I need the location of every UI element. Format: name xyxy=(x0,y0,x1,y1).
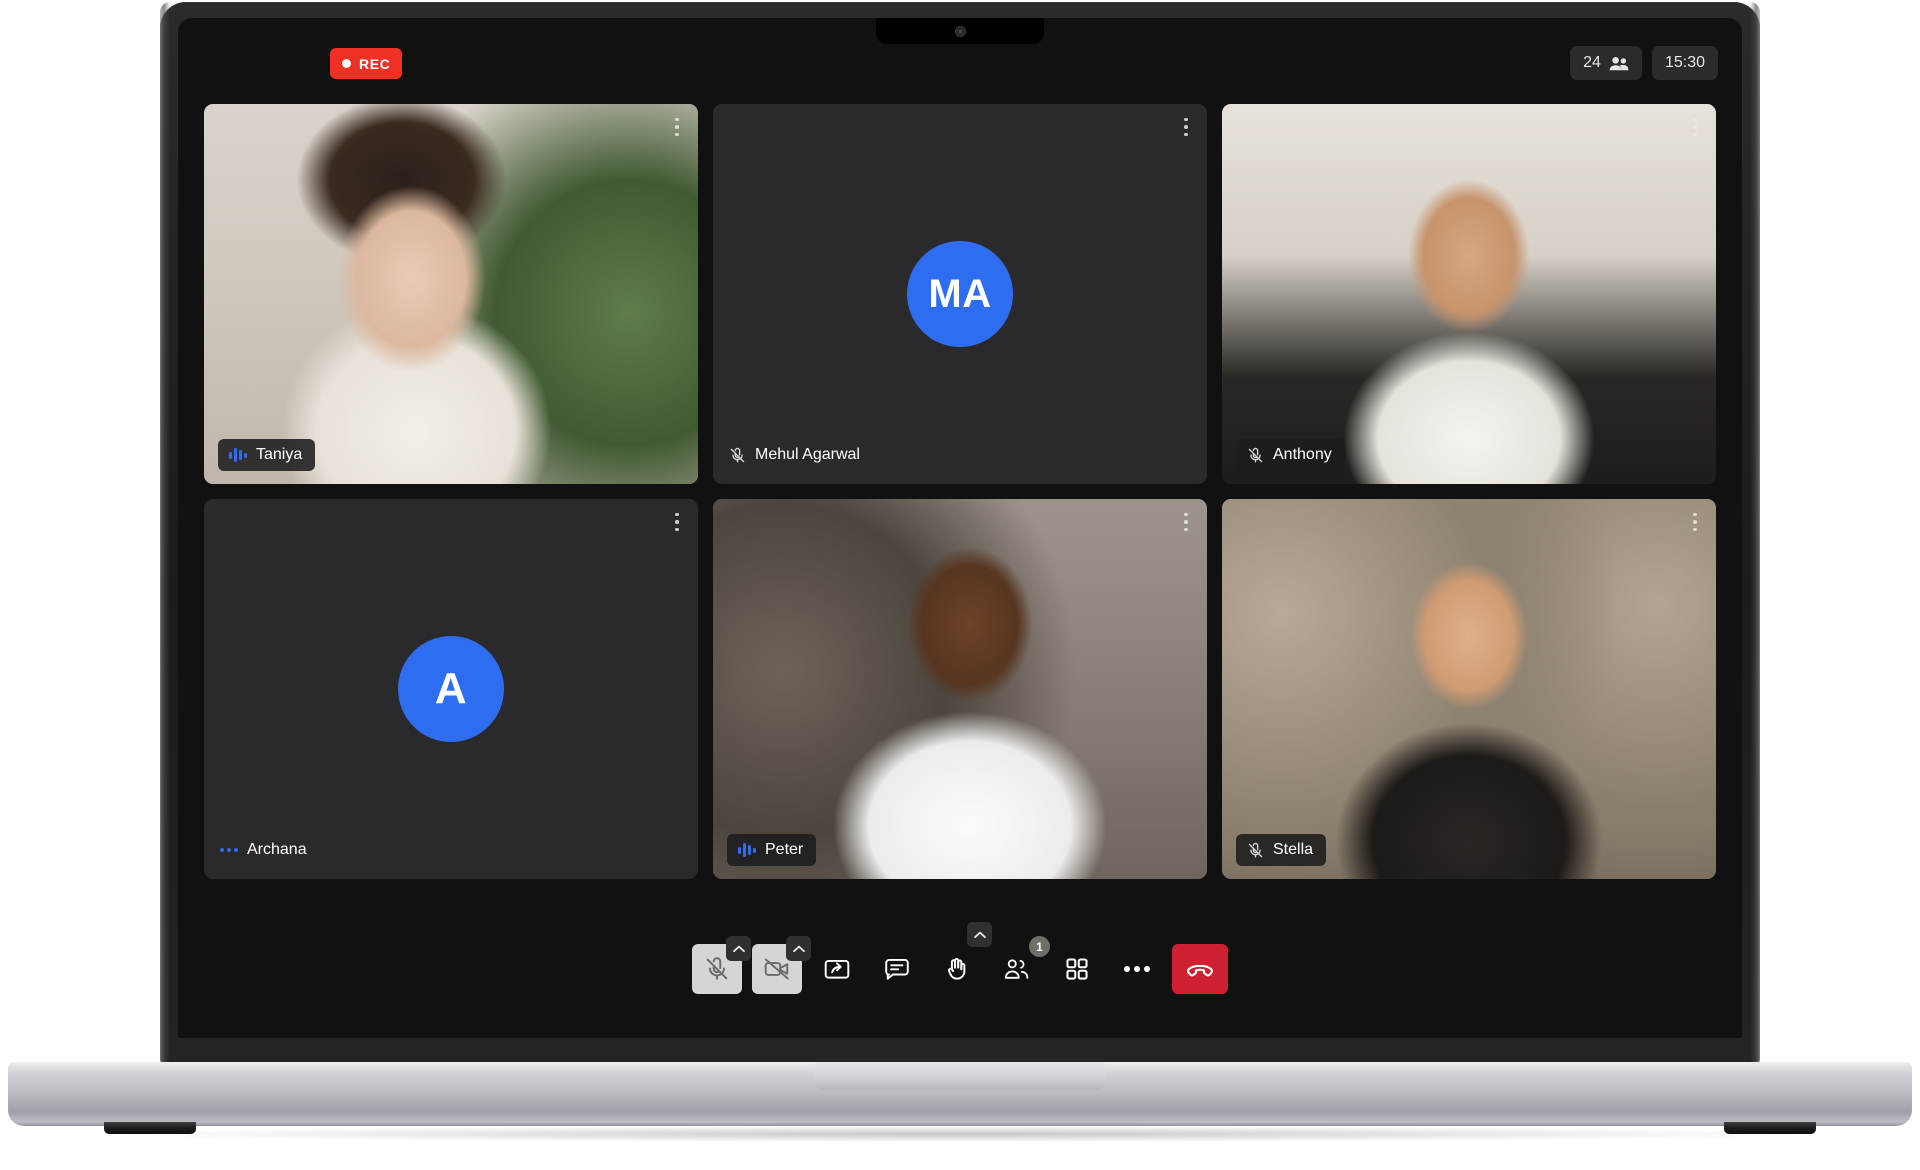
lid-edge-left xyxy=(160,2,170,1064)
avatar-placeholder: MA xyxy=(713,104,1207,484)
mic-off-icon xyxy=(1247,842,1264,859)
webcam-icon xyxy=(955,26,965,36)
participant-name: Taniya xyxy=(256,446,303,463)
participant-name-pill: Archana xyxy=(218,834,320,866)
participant-name-pill: Mehul Agarwal xyxy=(727,439,873,471)
end-call-button[interactable] xyxy=(1172,944,1228,994)
participant-tile-archana[interactable]: A Archana xyxy=(204,499,698,879)
mic-toggle-button[interactable] xyxy=(692,936,751,994)
participant-grid-wrap: Taniya MA Mehul Agarwal Anthony A Archan… xyxy=(178,104,1742,879)
participant-name-pill: Taniya xyxy=(218,439,316,471)
video-feed xyxy=(1222,104,1716,484)
video-feed xyxy=(1222,499,1716,879)
webcam-notch xyxy=(876,18,1044,44)
audio-wave-icon xyxy=(229,447,247,463)
participant-tile-peter[interactable]: Peter xyxy=(713,499,1207,879)
participant-count-value: 24 xyxy=(1583,54,1601,71)
tile-menu-icon[interactable] xyxy=(1686,114,1704,140)
participant-name: Archana xyxy=(247,841,307,858)
camera-options-chevron-up-icon[interactable] xyxy=(786,936,811,961)
tile-menu-icon[interactable] xyxy=(668,114,686,140)
tile-menu-icon[interactable] xyxy=(668,509,686,535)
more-options-button[interactable] xyxy=(1112,944,1162,994)
video-conference-app: REC 24 15:30 Taniya MA Mehul Agarwal Ant… xyxy=(178,18,1742,1038)
participants-badge: 1 xyxy=(1029,936,1050,957)
participant-tile-stella[interactable]: Stella xyxy=(1222,499,1716,879)
participant-tile-mehul-agarwal[interactable]: MA Mehul Agarwal xyxy=(713,104,1207,484)
audio-wave-icon xyxy=(738,842,756,858)
recording-label: REC xyxy=(359,55,391,72)
avatar-initials: MA xyxy=(907,241,1013,347)
recording-indicator[interactable]: REC xyxy=(330,48,403,79)
share-screen-button[interactable] xyxy=(812,944,862,994)
screenshot-stage: REC 24 15:30 Taniya MA Mehul Agarwal Ant… xyxy=(0,0,1920,1170)
laptop-base xyxy=(8,1062,1912,1134)
participants-button[interactable]: 1 xyxy=(992,936,1050,994)
participant-name: Mehul Agarwal xyxy=(755,446,860,463)
participant-name: Peter xyxy=(765,841,804,858)
bottom-toolbar: 1 xyxy=(692,922,1228,994)
raise-hand-button[interactable] xyxy=(932,922,992,994)
mic-off-icon xyxy=(729,447,746,464)
audio-dots-icon xyxy=(220,848,238,852)
participant-name-pill: Anthony xyxy=(1236,439,1345,471)
chat-button[interactable] xyxy=(872,944,922,994)
mic-off-icon xyxy=(1247,447,1264,464)
laptop-screen: REC 24 15:30 Taniya MA Mehul Agarwal Ant… xyxy=(178,18,1742,1038)
tile-menu-icon[interactable] xyxy=(1177,509,1195,535)
bottom-toolbar-wrap: 1 xyxy=(178,879,1742,1038)
participant-count-chip[interactable]: 24 xyxy=(1570,46,1642,80)
mic-options-chevron-up-icon[interactable] xyxy=(726,936,751,961)
participant-tile-taniya[interactable]: Taniya xyxy=(204,104,698,484)
raise-hand-options-chevron-up-icon[interactable] xyxy=(967,922,992,947)
meeting-clock-chip: 15:30 xyxy=(1651,46,1718,80)
more-horizontal-icon xyxy=(1124,966,1150,972)
avatar-placeholder: A xyxy=(204,499,698,879)
laptop-lid: REC 24 15:30 Taniya MA Mehul Agarwal Ant… xyxy=(160,2,1760,1064)
people-icon xyxy=(1609,56,1629,71)
participant-tile-anthony[interactable]: Anthony xyxy=(1222,104,1716,484)
layout-grid-button[interactable] xyxy=(1052,944,1102,994)
participant-grid: Taniya MA Mehul Agarwal Anthony A Archan… xyxy=(204,104,1716,879)
tile-menu-icon[interactable] xyxy=(1686,509,1704,535)
participant-name: Stella xyxy=(1273,841,1314,858)
camera-toggle-button[interactable] xyxy=(752,936,811,994)
lid-edge-right xyxy=(1750,2,1760,1064)
participant-name-pill: Peter xyxy=(727,834,817,866)
video-feed xyxy=(713,499,1207,879)
avatar-initials: A xyxy=(398,636,504,742)
top-bar-right: 24 15:30 xyxy=(1570,46,1718,80)
participant-name: Anthony xyxy=(1273,446,1332,463)
video-feed xyxy=(204,104,698,484)
record-dot-icon xyxy=(342,59,351,68)
meeting-clock-value: 15:30 xyxy=(1664,54,1705,71)
laptop-shadow xyxy=(120,1126,1800,1142)
participant-name-pill: Stella xyxy=(1236,834,1327,866)
tile-menu-icon[interactable] xyxy=(1177,114,1195,140)
